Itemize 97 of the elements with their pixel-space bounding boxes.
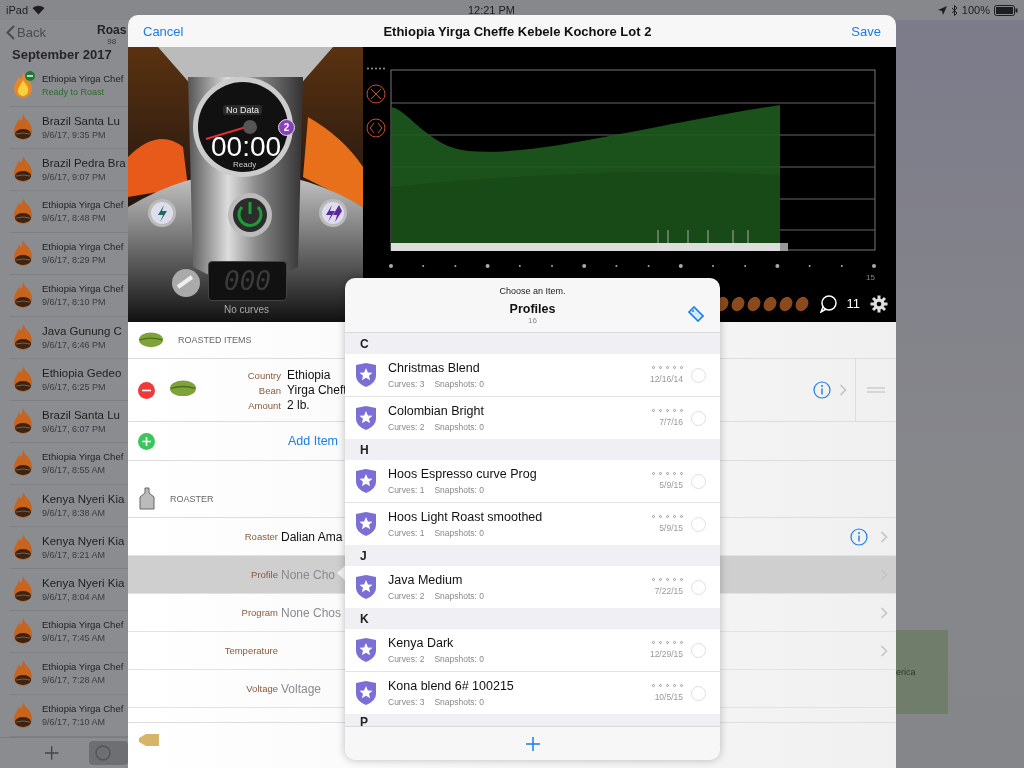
roast-status: 9/6/17, 8:21 AM [42, 549, 107, 560]
field-label: Bean [257, 385, 281, 396]
popover-prompt: Choose an Item. [499, 286, 566, 296]
snapshots-count: Snapshots: 0 [434, 591, 484, 601]
status-time: 12:21 PM [466, 4, 516, 16]
list-count: 98 [107, 37, 117, 46]
list-title: Roas [97, 23, 127, 37]
roast-name: Ethiopia Yirga Chef [42, 199, 124, 211]
profile-name: Christmas Blend [388, 361, 481, 375]
roast-name: Kenya Nyeri Kia [42, 534, 125, 547]
field-value: 2 lb. [287, 398, 311, 412]
profile-count: 16 [528, 316, 537, 325]
section-letter: K [345, 608, 720, 629]
profile-date: 5/9/15 [659, 523, 683, 533]
field-placeholder: None Cho [281, 567, 336, 582]
roast-status: 9/6/17, 6:25 PM [42, 381, 107, 392]
profile-date: 7/22/15 [654, 586, 683, 596]
roast-name: Ethiopia Yirga Chef [42, 619, 124, 631]
field-label: Country [246, 370, 281, 381]
battery-percent: 100% [961, 4, 990, 16]
roast-status: 9/6/17, 8:29 PM [42, 255, 107, 266]
curves-count: Curves: 2 [388, 591, 425, 601]
profile-date: 7/7/16 [659, 417, 683, 427]
profile-name: Hoos Espresso curve Prog [388, 467, 537, 481]
roast-status: 9/6/17, 7:10 AM [42, 717, 107, 728]
roast-status: 9/6/17, 8:48 PM [42, 213, 107, 224]
field-label: Profile [250, 569, 278, 580]
field-label: Voltage [245, 683, 278, 694]
profile-name: Hoos Light Roast smoothed [388, 510, 543, 524]
field-value: Ethiopia [287, 368, 332, 382]
sheet-title: Ethiopia Yirga Cheffe Kebele Kochore Lot 2 [382, 23, 653, 39]
roast-name: Ethiopia Yirga Chef [42, 661, 124, 673]
gauge-status: Ready [233, 160, 257, 169]
roast-name: Ethiopia Yirga Chef [42, 283, 124, 295]
section-header: September 2017 [11, 45, 113, 64]
roast-status: 9/6/17, 6:46 PM [42, 339, 107, 350]
profile-name: Java Medium [388, 573, 464, 587]
roast-name: Ethiopia Yirga Chef [42, 73, 124, 85]
snapshots-count: Snapshots: 0 [434, 422, 484, 432]
section-letter: P [345, 714, 720, 726]
section-letter: J [345, 545, 720, 566]
snapshots-count: Snapshots: 0 [434, 697, 484, 707]
profile-date: 10/5/15 [654, 692, 683, 702]
axis-label: 15 [866, 273, 875, 282]
curves-count: Curves: 1 [388, 528, 425, 538]
gauge-label: No Data [223, 105, 263, 115]
snapshots-count: Snapshots: 0 [434, 654, 484, 664]
roast-status: 9/6/17, 8:10 PM [42, 297, 107, 308]
curves-count: Curves: 3 [388, 697, 425, 707]
field-value: Dalian Ama [281, 529, 343, 544]
section-header: ROASTER [170, 494, 214, 504]
roast-name: Ethiopia Yirga Chef [42, 703, 124, 715]
roast-status: Ready to Roast [42, 87, 106, 98]
snapshots-count: Snapshots: 0 [434, 379, 484, 389]
roast-status: 9/6/17, 9:35 PM [42, 129, 107, 140]
field-placeholder: Voltage [281, 681, 322, 696]
roast-status: 9/6/17, 7:45 AM [42, 633, 107, 644]
profile-date: 12/16/14 [649, 374, 683, 384]
comment-count: 11 [846, 296, 860, 311]
profile-name: Kona blend 6# 100215 [388, 679, 514, 693]
section-header: ROASTED ITEMS [178, 335, 252, 345]
field-label: Amount [247, 400, 281, 411]
roast-name: Brazil Santa Lu [42, 114, 120, 127]
roast-name: Java Gunung C [42, 324, 122, 337]
field-placeholder: None Chos [281, 605, 342, 620]
roast-status: 9/6/17, 8:38 AM [42, 507, 107, 518]
field-label: Program [240, 607, 278, 618]
curves-count: Curves: 1 [388, 485, 425, 495]
roast-status: 9/6/17, 7:28 AM [42, 675, 107, 686]
roast-name: Kenya Nyeri Kia [42, 576, 125, 589]
field-value: Yirga Cheft [287, 383, 347, 397]
counter-label: No curves [224, 304, 269, 315]
profile-date: 12/29/15 [649, 649, 683, 659]
curves-count: Curves: 3 [388, 379, 425, 389]
snapshots-count: Snapshots: 0 [434, 485, 484, 495]
curves-count: Curves: 2 [388, 654, 425, 664]
roast-name: Kenya Nyeri Kia [42, 492, 125, 505]
device-name: iPad [6, 4, 29, 16]
section-letter: H [345, 439, 720, 460]
roast-name: Brazil Santa Lu [42, 408, 120, 421]
profile-date: 5/9/15 [659, 480, 683, 490]
snapshots-count: Snapshots: 0 [434, 528, 484, 538]
roast-status: 9/6/17, 8:55 AM [42, 465, 107, 476]
popover-title: Profiles [509, 302, 556, 316]
roast-status: 9/6/17, 9:07 PM [42, 171, 107, 182]
field-label: Roaster [243, 531, 278, 542]
profile-name: Kenya Dark [388, 636, 455, 650]
roast-name: Brazil Pedra Bra [42, 156, 126, 169]
profile-name: Colombian Bright [388, 404, 484, 418]
roast-name: Ethiopia Yirga Chef [42, 451, 124, 463]
roast-status: 9/6/17, 8:04 AM [42, 591, 107, 602]
roast-name: Ethiopia Yirga Chef [42, 241, 124, 253]
curves-count: Curves: 2 [388, 422, 425, 432]
roast-name: Ethiopia Gedeo [42, 366, 122, 379]
field-label: Temperature [223, 645, 278, 656]
roast-status: 9/6/17, 6:07 PM [42, 423, 107, 434]
section-letter: C [345, 333, 720, 354]
